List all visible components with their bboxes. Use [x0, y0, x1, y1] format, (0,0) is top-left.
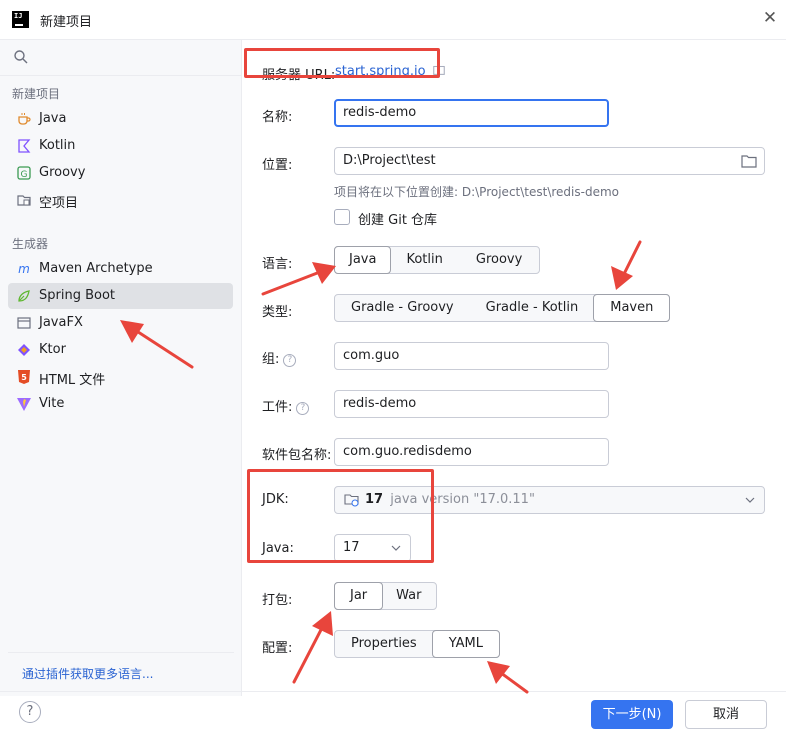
arrow-to-maven: [611, 240, 642, 290]
sidebar-item-groovy[interactable]: G Groovy: [8, 160, 233, 186]
footer-divider: [0, 691, 786, 692]
sidebar-item-label: Ktor: [39, 342, 66, 357]
window-title: 新建项目: [40, 15, 93, 30]
type-label: 类型:: [262, 305, 293, 320]
sidebar-item-kotlin[interactable]: Kotlin: [8, 133, 233, 159]
sidebar-item-java[interactable]: Java: [8, 106, 233, 132]
cancel-button[interactable]: 取消: [685, 700, 767, 729]
svg-text:G: G: [21, 170, 28, 180]
sidebar-item-label: Groovy: [39, 165, 86, 180]
artifact-field[interactable]: redis-demo: [334, 390, 609, 418]
groovy-icon: G: [17, 166, 31, 180]
intellij-logo-icon: IJ: [12, 11, 29, 28]
name-label: 名称:: [262, 110, 293, 125]
package-name-label: 软件包名称:: [262, 448, 332, 463]
title-bar: [0, 0, 786, 40]
language-label: 语言:: [262, 257, 293, 272]
package-name-field[interactable]: com.guo.redisdemo: [334, 438, 609, 466]
packaging-selector: Jar War: [334, 582, 437, 610]
packaging-option-jar[interactable]: Jar: [334, 582, 384, 610]
group-field[interactable]: com.guo: [334, 342, 609, 370]
sidebar-item-label: 空项目: [39, 196, 79, 211]
type-selector: Gradle - Groovy Gradle - Kotlin Maven: [334, 294, 671, 322]
cup-icon: [18, 113, 31, 125]
sidebar-item-spring-boot[interactable]: Spring Boot: [8, 283, 233, 309]
sidebar-item-label: HTML 文件: [39, 373, 106, 388]
sidebar-item-label: Spring Boot: [39, 288, 116, 303]
sidebar-item-label: JavaFX: [39, 315, 83, 330]
sidebar-item-label: Vite: [39, 396, 65, 411]
sidebar-item-vite[interactable]: Vite: [8, 391, 233, 417]
annotation-box-jdk: [247, 469, 434, 563]
javafx-icon: [17, 317, 31, 329]
close-icon[interactable]: ✕: [760, 8, 780, 28]
create-git-checkbox[interactable]: [334, 209, 350, 225]
sidebar-item-empty-project[interactable]: 空项目: [8, 187, 233, 213]
artifact-label: 工件:?: [262, 396, 310, 415]
type-option-gradle-kotlin[interactable]: Gradle - Kotlin: [470, 295, 595, 321]
section-new-project: 新建项目: [12, 87, 61, 101]
arrow-to-jar: [292, 611, 333, 684]
create-git-label: 创建 Git 仓库: [358, 213, 438, 228]
help-icon[interactable]: ?: [296, 402, 310, 415]
sidebar-search-input[interactable]: [0, 40, 242, 76]
type-option-maven[interactable]: Maven: [593, 294, 671, 322]
svg-text:m: m: [18, 262, 30, 276]
sidebar-divider: [8, 652, 234, 653]
svg-text:5: 5: [21, 373, 27, 382]
next-button[interactable]: 下一步(N): [591, 700, 673, 729]
configuration-label: 配置:: [262, 641, 293, 656]
sidebar-item-label: Java: [39, 111, 67, 126]
config-option-yaml[interactable]: YAML: [431, 630, 500, 658]
folder-icon[interactable]: [741, 154, 757, 168]
sidebar-item-maven-archetype[interactable]: m Maven Archetype: [8, 256, 233, 282]
packaging-option-war[interactable]: War: [382, 583, 435, 609]
location-label: 位置:: [262, 158, 293, 173]
name-field[interactable]: redis-demo: [334, 99, 609, 127]
get-plugins-link[interactable]: 通过插件获取更多语言...: [22, 665, 153, 682]
location-hint: 项目将在以下位置创建: D:\Project\test\redis-demo: [334, 185, 619, 199]
configuration-selector: Properties YAML: [334, 630, 500, 658]
location-field[interactable]: D:\Project\test: [334, 147, 765, 175]
help-icon[interactable]: ?: [283, 354, 297, 367]
group-label: 组:?: [262, 348, 297, 367]
language-option-kotlin[interactable]: Kotlin: [390, 247, 458, 273]
ktor-icon: [18, 344, 30, 356]
sidebar-item-label: Maven Archetype: [39, 261, 153, 276]
language-option-groovy[interactable]: Groovy: [459, 247, 539, 273]
spring-icon: [18, 290, 30, 302]
sidebar-item-javafx[interactable]: JavaFX: [8, 310, 233, 336]
annotation-box-server-url: [244, 48, 440, 78]
sidebar-item-ktor[interactable]: Ktor: [8, 337, 233, 363]
config-option-properties[interactable]: Properties: [335, 631, 433, 657]
packaging-label: 打包:: [262, 593, 293, 608]
section-generators: 生成器: [12, 237, 49, 251]
search-icon: [14, 50, 28, 64]
sidebar-item-html-file[interactable]: 5 HTML 文件: [8, 364, 233, 390]
help-button[interactable]: ?: [19, 701, 41, 723]
language-selector: Java Kotlin Groovy: [334, 246, 541, 274]
language-option-java[interactable]: Java: [334, 246, 392, 274]
sidebar-item-label: Kotlin: [39, 138, 76, 153]
type-option-gradle-groovy[interactable]: Gradle - Groovy: [335, 295, 470, 321]
html5-icon: 5: [18, 370, 30, 384]
vite-icon: [17, 398, 31, 411]
arrow-to-yaml: [487, 661, 529, 694]
empty-project-icon: [17, 195, 31, 206]
kotlin-icon: [18, 139, 31, 153]
chevron-down-icon: [745, 497, 755, 503]
maven-icon: m: [18, 262, 30, 276]
